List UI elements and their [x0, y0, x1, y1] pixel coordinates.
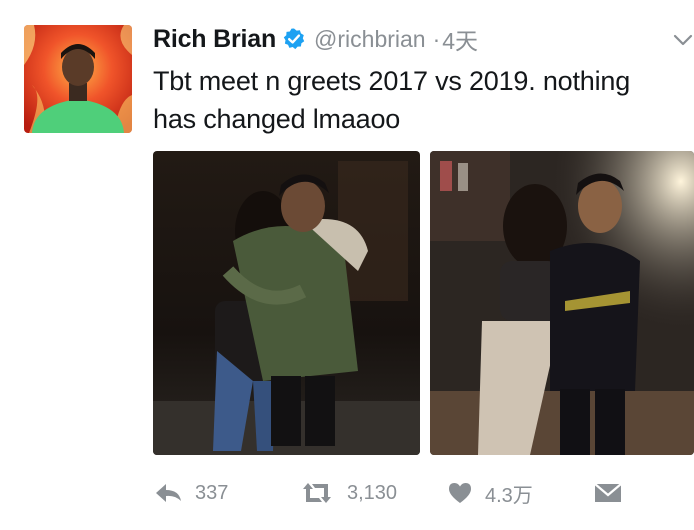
avatar-image	[24, 25, 132, 133]
tweet-card[interactable]: Rich Brian @richbrian · 4天 Tbt meet n gr…	[0, 0, 694, 530]
tweet-text-line: has changed lmaaoo	[153, 104, 401, 134]
photo-image	[430, 151, 694, 455]
retweet-icon	[303, 483, 331, 503]
tweet-photo-1[interactable]	[153, 151, 420, 455]
tweet-timestamp[interactable]: 4天	[442, 22, 478, 56]
reply-count: 337	[195, 481, 229, 504]
tweet-header: Rich Brian @richbrian · 4天	[153, 22, 478, 56]
avatar[interactable]	[24, 25, 132, 133]
tweet-photo-2[interactable]	[430, 151, 694, 455]
tweet-text: Tbt meet n greets 2017 vs 2019. nothing …	[153, 62, 673, 138]
photo-image	[153, 151, 420, 455]
reply-icon	[156, 484, 181, 502]
reply-button[interactable]: 337	[153, 478, 228, 508]
retweet-button[interactable]: 3,130	[299, 478, 397, 508]
user-handle[interactable]: @richbrian	[314, 26, 426, 53]
display-name[interactable]: Rich Brian	[153, 25, 276, 54]
separator-dot: ·	[432, 25, 441, 52]
like-count: 4.3万	[485, 484, 533, 507]
chevron-down-icon[interactable]	[672, 32, 694, 48]
direct-message-button[interactable]	[593, 478, 623, 508]
envelope-icon	[594, 483, 622, 502]
retweet-count: 3,130	[347, 481, 398, 504]
heart-icon	[449, 483, 471, 503]
verified-badge-icon	[282, 27, 306, 51]
tweet-text-line: Tbt meet n greets 2017 vs 2019. nothing	[153, 66, 631, 96]
tweet-actions: 337 3,130 4.3万	[153, 478, 694, 508]
like-button[interactable]: 4.3万	[447, 478, 533, 508]
